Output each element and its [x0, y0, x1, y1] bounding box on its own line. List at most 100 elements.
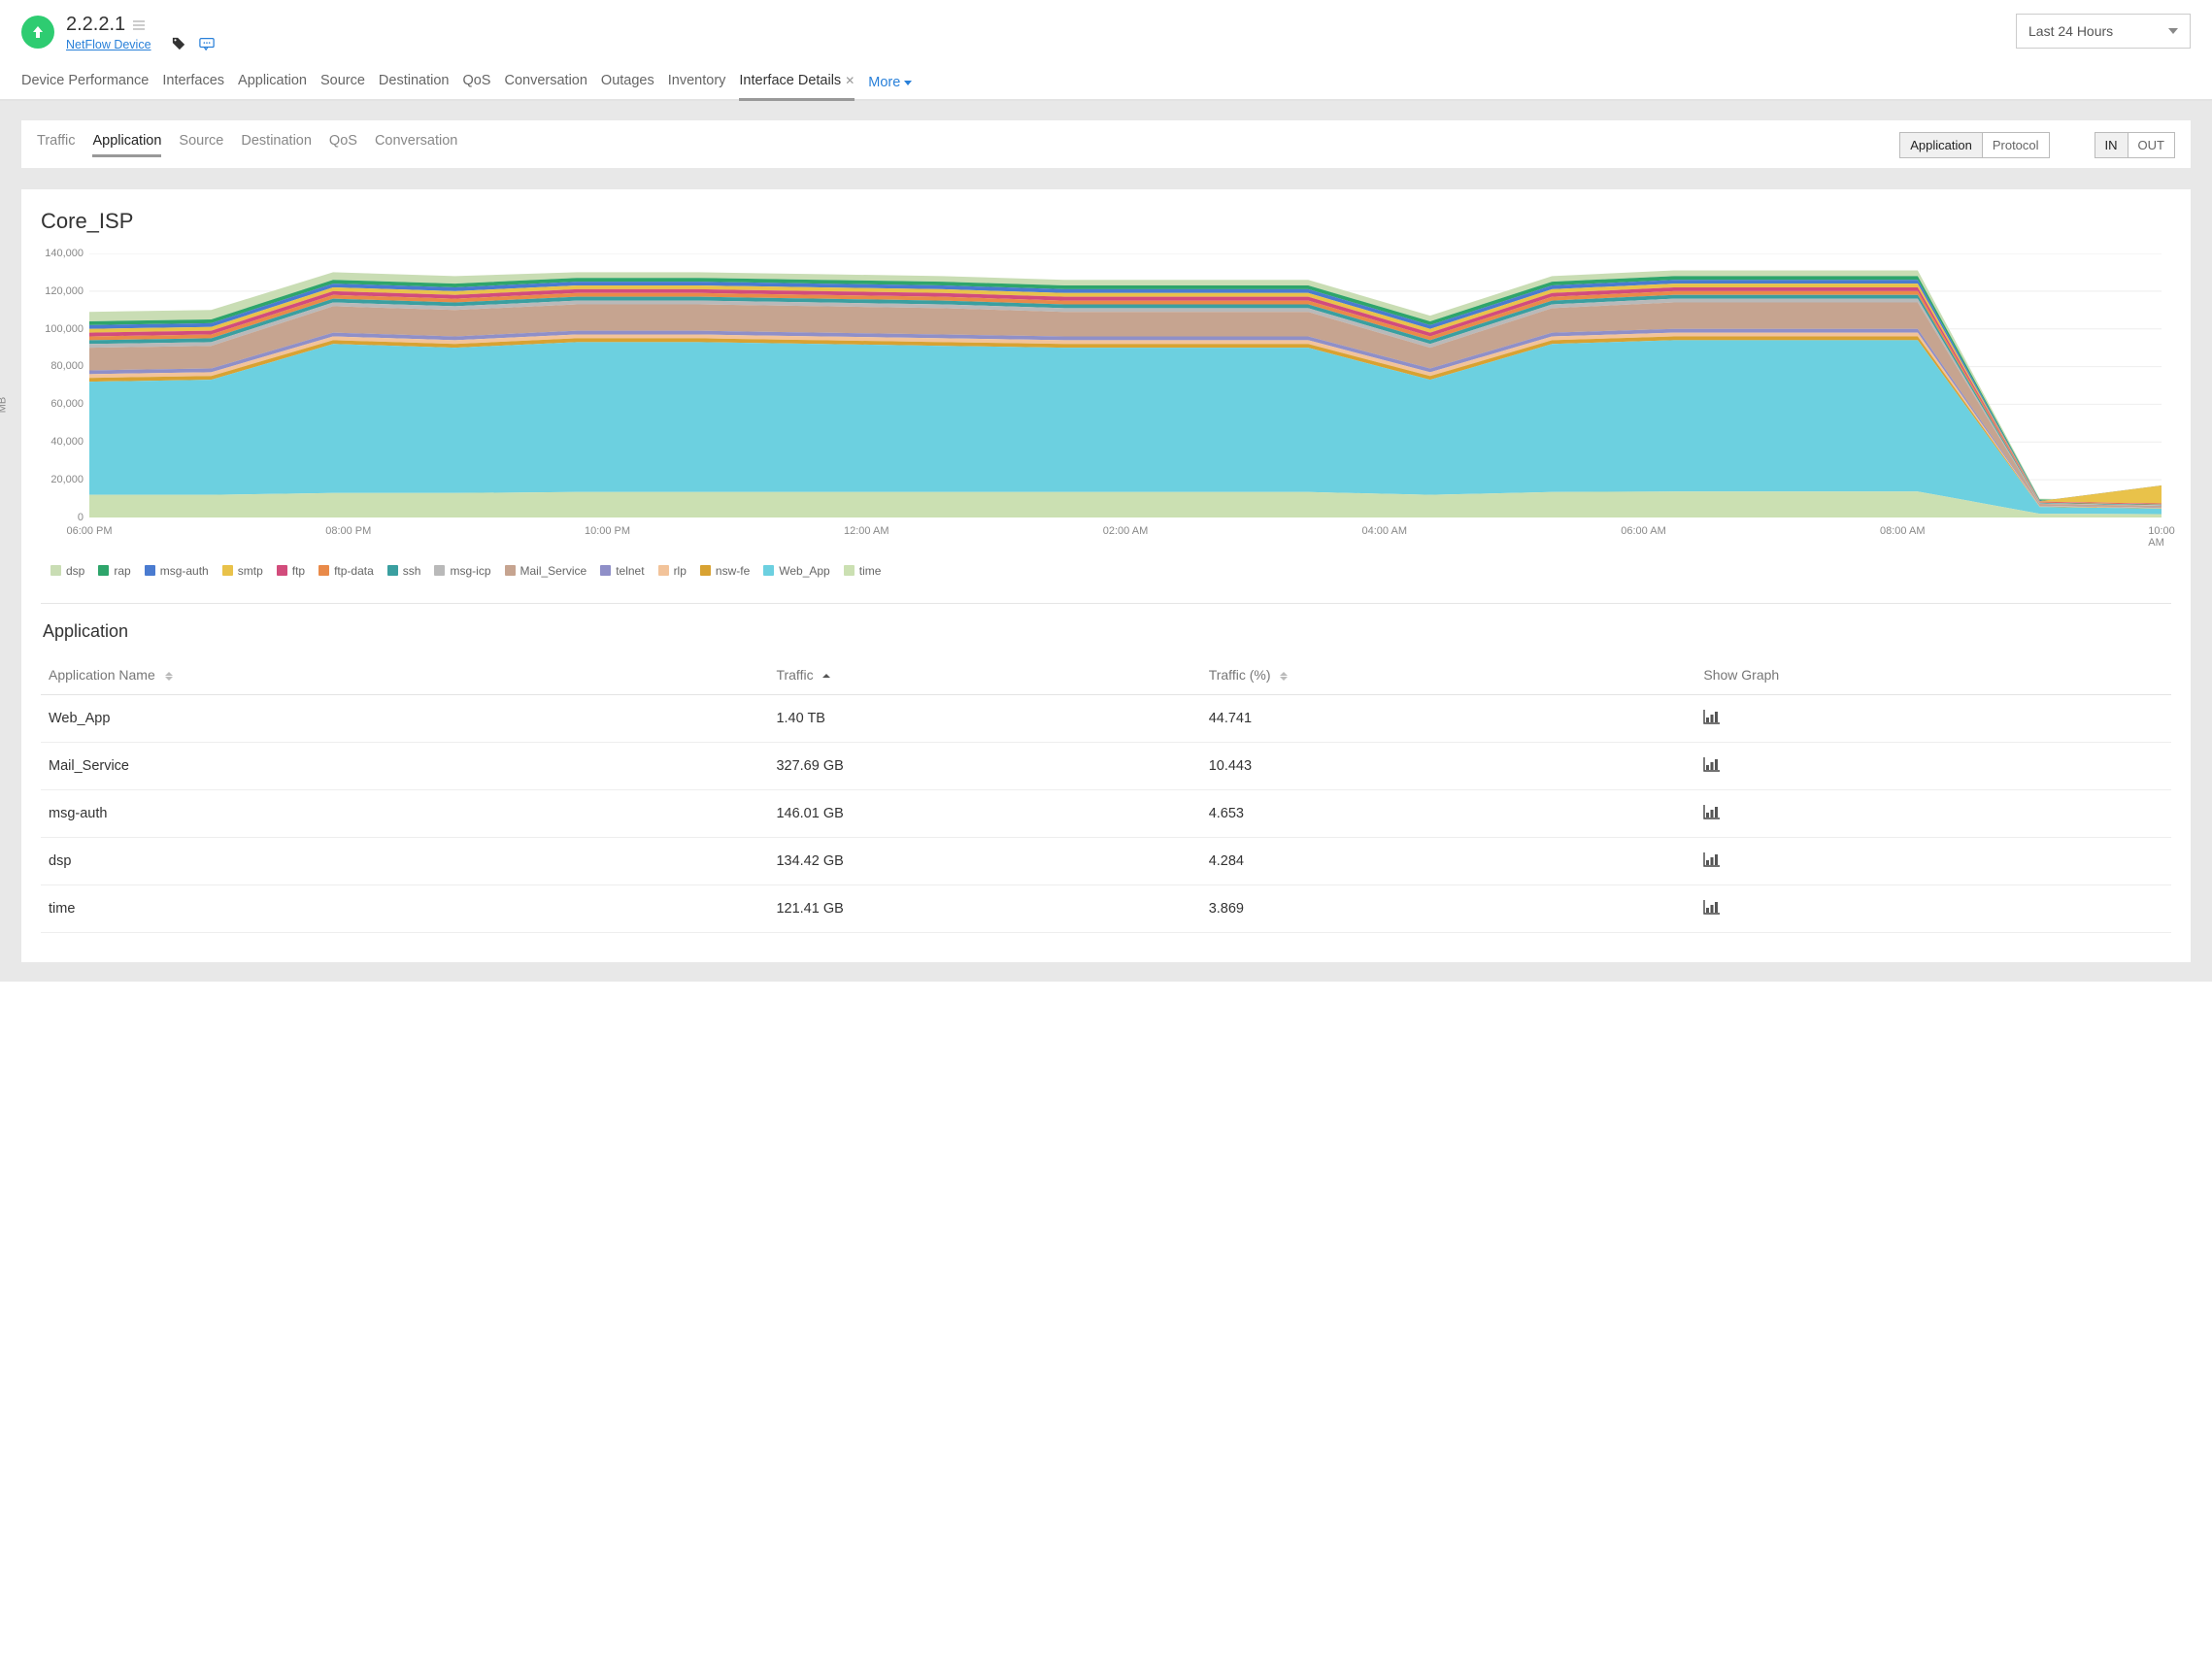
- subtab-destination[interactable]: Destination: [241, 133, 312, 157]
- legend-swatch-icon: [700, 565, 711, 576]
- cell-traffic-pct: 4.284: [1201, 837, 1696, 885]
- subtab-traffic[interactable]: Traffic: [37, 133, 75, 157]
- cell-app-name: msg-auth: [41, 789, 768, 837]
- y-tick: 40,000: [50, 436, 84, 448]
- chat-icon[interactable]: [199, 37, 215, 53]
- cell-traffic-pct: 4.653: [1201, 789, 1696, 837]
- legend-Web_App[interactable]: Web_App: [763, 564, 829, 578]
- panel-title: Core_ISP: [41, 209, 2171, 234]
- legend-nsw-fe[interactable]: nsw-fe: [700, 564, 750, 578]
- close-icon[interactable]: ✕: [845, 74, 855, 87]
- legend-swatch-icon: [505, 565, 516, 576]
- legend-swatch-icon: [658, 565, 669, 576]
- device-type-link[interactable]: NetFlow Device: [66, 38, 151, 51]
- legend-swatch-icon: [50, 565, 61, 576]
- cell-traffic: 1.40 TB: [768, 694, 1200, 742]
- cell-traffic: 146.01 GB: [768, 789, 1200, 837]
- legend-time[interactable]: time: [844, 564, 882, 578]
- subtab-source[interactable]: Source: [179, 133, 223, 157]
- area-chart[interactable]: [89, 253, 2162, 517]
- y-tick: 0: [78, 512, 84, 523]
- tab-device-performance[interactable]: Device Performance: [21, 67, 149, 98]
- time-range-label: Last 24 Hours: [2028, 23, 2113, 39]
- tab-source[interactable]: Source: [320, 67, 365, 98]
- legend-Mail_Service[interactable]: Mail_Service: [505, 564, 587, 578]
- subtab-qos[interactable]: QoS: [329, 133, 357, 157]
- tag-icon[interactable]: [172, 37, 185, 53]
- x-tick: 10:00 PM: [585, 525, 630, 537]
- legend-swatch-icon: [222, 565, 233, 576]
- direction-toggle: INOUT: [2095, 132, 2175, 158]
- x-tick: 08:00 PM: [325, 525, 371, 537]
- application-table: Application Name Traffic Traffic (%): [41, 655, 2171, 933]
- tab-interfaces[interactable]: Interfaces: [162, 67, 224, 98]
- legend-telnet[interactable]: telnet: [600, 564, 644, 578]
- col-application-name[interactable]: Application Name: [41, 655, 768, 695]
- legend-rap[interactable]: rap: [98, 564, 130, 578]
- cell-traffic: 121.41 GB: [768, 885, 1200, 932]
- cell-traffic: 134.42 GB: [768, 837, 1200, 885]
- col-traffic-pct[interactable]: Traffic (%): [1201, 655, 1696, 695]
- cell-traffic-pct: 44.741: [1201, 694, 1696, 742]
- table-row: dsp134.42 GB4.284: [41, 837, 2171, 885]
- bar-chart-icon[interactable]: [1703, 899, 1721, 918]
- legend-ssh[interactable]: ssh: [387, 564, 421, 578]
- y-tick: 120,000: [45, 285, 84, 297]
- y-tick: 100,000: [45, 323, 84, 335]
- tab-inventory[interactable]: Inventory: [668, 67, 726, 98]
- legend-msg-icp[interactable]: msg-icp: [434, 564, 490, 578]
- legend-swatch-icon: [145, 565, 155, 576]
- legend-ftp[interactable]: ftp: [277, 564, 305, 578]
- legend-swatch-icon: [318, 565, 329, 576]
- toggle-out[interactable]: OUT: [2128, 133, 2174, 157]
- x-tick: 08:00 AM: [1880, 525, 1925, 537]
- tab-conversation[interactable]: Conversation: [504, 67, 587, 98]
- toggle-protocol[interactable]: Protocol: [1982, 133, 2049, 157]
- bar-chart-icon[interactable]: [1703, 709, 1721, 728]
- series-Web_App[interactable]: [89, 340, 2162, 514]
- col-traffic[interactable]: Traffic: [768, 655, 1200, 695]
- cell-traffic-pct: 3.869: [1201, 885, 1696, 932]
- legend-dsp[interactable]: dsp: [50, 564, 84, 578]
- tab-outages[interactable]: Outages: [601, 67, 654, 98]
- cell-app-name: time: [41, 885, 768, 932]
- toggle-application[interactable]: Application: [1900, 133, 1982, 157]
- cell-traffic-pct: 10.443: [1201, 742, 1696, 789]
- tab-qos[interactable]: QoS: [462, 67, 490, 98]
- hamburger-icon[interactable]: [133, 20, 145, 30]
- subtab-application[interactable]: Application: [92, 133, 161, 157]
- table-row: time121.41 GB3.869: [41, 885, 2171, 932]
- bar-chart-icon[interactable]: [1703, 756, 1721, 776]
- table-row: Mail_Service327.69 GB10.443: [41, 742, 2171, 789]
- view-toggle: ApplicationProtocol: [1899, 132, 2049, 158]
- tab-application[interactable]: Application: [238, 67, 307, 98]
- cell-app-name: Web_App: [41, 694, 768, 742]
- cell-app-name: dsp: [41, 837, 768, 885]
- legend-smtp[interactable]: smtp: [222, 564, 263, 578]
- table-row: msg-auth146.01 GB4.653: [41, 789, 2171, 837]
- x-tick: 10:00 AM: [2148, 525, 2175, 549]
- x-tick: 04:00 AM: [1362, 525, 1407, 537]
- legend-swatch-icon: [277, 565, 287, 576]
- x-tick: 02:00 AM: [1103, 525, 1148, 537]
- tab-interface-details[interactable]: Interface Details✕: [739, 67, 855, 101]
- subtab-conversation[interactable]: Conversation: [375, 133, 457, 157]
- table-row: Web_App1.40 TB44.741: [41, 694, 2171, 742]
- more-menu[interactable]: More: [868, 75, 912, 90]
- time-range-select[interactable]: Last 24 Hours: [2016, 14, 2191, 49]
- y-tick: 140,000: [45, 248, 84, 259]
- legend-rlp[interactable]: rlp: [658, 564, 687, 578]
- cell-traffic: 327.69 GB: [768, 742, 1200, 789]
- legend-msg-auth[interactable]: msg-auth: [145, 564, 209, 578]
- legend-swatch-icon: [844, 565, 855, 576]
- tab-destination[interactable]: Destination: [379, 67, 450, 98]
- toggle-in[interactable]: IN: [2095, 133, 2128, 157]
- bar-chart-icon[interactable]: [1703, 804, 1721, 823]
- y-tick: 80,000: [50, 360, 84, 372]
- bar-chart-icon[interactable]: [1703, 851, 1721, 871]
- legend-swatch-icon: [434, 565, 445, 576]
- legend-swatch-icon: [98, 565, 109, 576]
- legend-swatch-icon: [600, 565, 611, 576]
- series-time[interactable]: [89, 491, 2162, 517]
- legend-ftp-data[interactable]: ftp-data: [318, 564, 374, 578]
